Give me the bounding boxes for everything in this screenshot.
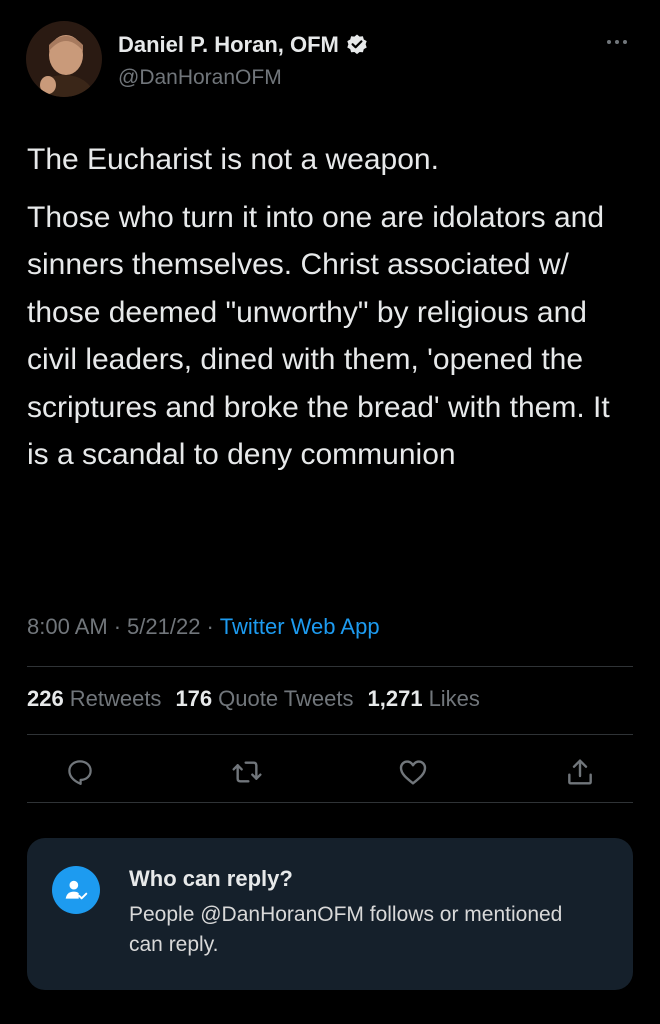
retweets-count: 226 [27,686,64,711]
like-icon[interactable] [393,752,433,792]
author-name-row: Daniel P. Horan, OFM [118,32,369,58]
meta-separator: · [206,614,214,639]
author-handle[interactable]: @DanHoranOFM [118,66,282,90]
user-check-icon [52,866,100,914]
retweet-icon[interactable] [227,752,267,792]
divider [27,734,633,735]
reply-restriction-title: Who can reply? [129,866,293,891]
reply-restriction-body: People @DanHoranOFM follows or mentioned… [129,903,563,956]
verified-badge-icon [345,33,369,57]
tweet-source[interactable]: Twitter Web App [220,614,380,640]
more-options-icon[interactable] [602,34,632,50]
reply-restriction-card: Who can reply? People @DanHoranOFM follo… [27,838,633,990]
avatar[interactable] [26,21,102,97]
meta-separator: · [113,614,122,639]
retweets-label: Retweets [69,686,162,711]
quotes-count: 176 [175,686,213,711]
likes-count: 1,271 [367,686,423,711]
tweet-date[interactable]: 5/21/22 [127,614,200,640]
likes-stat[interactable]: 1,271 Likes [368,686,480,712]
tweet-meta: 8:00 AM · 5/21/22 · Twitter Web App [27,614,380,640]
tweet-paragraph: The Eucharist is not a weapon. [27,143,439,176]
share-icon[interactable] [560,752,600,792]
tweet-paragraph: Those who turn it into one are idolators… [27,200,610,472]
divider [27,802,633,803]
retweets-stat[interactable]: 226 Retweets [27,686,161,712]
likes-label: Likes [428,686,480,711]
tweet-stats: 226 Retweets 176 Quote Tweets 1,271 Likes [27,686,480,712]
quotes-label: Quote Tweets [218,686,354,711]
tweet-time[interactable]: 8:00 AM [27,614,108,640]
tweet-actions [60,752,600,792]
reply-icon[interactable] [60,752,100,792]
quote-tweets-stat[interactable]: 176 Quote Tweets [175,686,353,712]
tweet-text: The Eucharist is not a weapon. Those who… [27,136,637,479]
author-name[interactable]: Daniel P. Horan, OFM [118,32,339,58]
divider [27,666,633,667]
